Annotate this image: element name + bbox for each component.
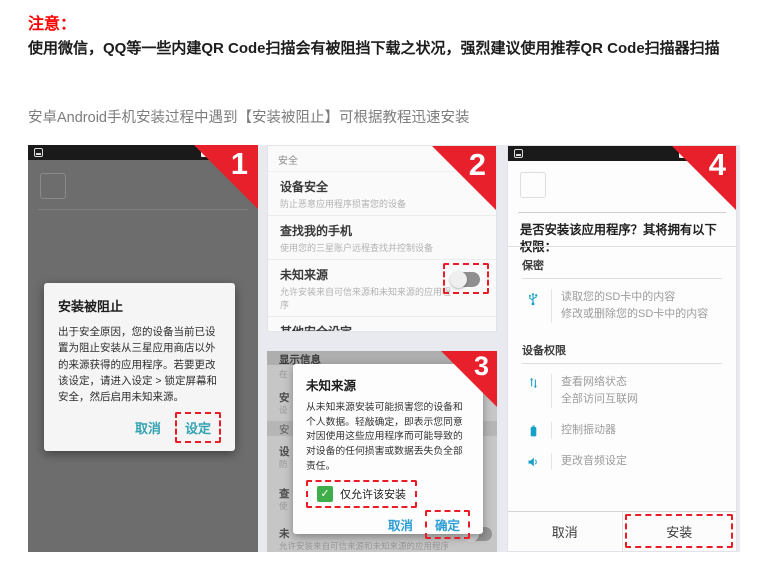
install-button-bar: 取消 安装 [508,511,736,551]
cancel-button[interactable]: 取消 [127,414,169,441]
permission-row: 查看网络状态 全部访问互联网 [522,364,728,408]
step-1-badge [194,145,258,209]
step-4-badge [672,146,736,210]
checkbox-checked-icon[interactable]: ✓ [317,486,333,502]
sd-card-icon [34,148,43,157]
divider [551,422,552,439]
step-1-number: 1 [231,147,248,181]
divider [551,289,552,323]
setting-desc: 使用您的三星账户远程查找并控制设备 [280,241,484,254]
divider [551,374,552,408]
checkbox-label: 仅允许该安装 [340,486,406,502]
divider [551,453,552,470]
setting-title: 其他安全设定 [280,323,484,332]
network-arrows-icon [522,374,544,391]
step-1-screenshot: 1 4G 7 安装被阻止 出于安全原因，您的设备当前已设置为阻止安装从三星应用商… [28,145,258,552]
setting-item-other-security[interactable]: 其他安全设定 更改安全更新和证书存储等其他安全设定 [268,317,496,332]
middle-column: 安全 设备安全 防止恶意应用程序损害您的设备 查找我的手机 使用您的三星账户远程… [267,145,497,552]
step-2-badge [432,146,496,210]
toggle-highlight-box [443,263,489,294]
divider [508,246,736,247]
step-3-number: 3 [474,352,489,382]
permission-text: 控制振动器 [561,422,616,439]
dimmed-text: 查 [279,486,290,501]
app-icon-placeholder [40,173,66,199]
app-icon-placeholder [520,172,546,198]
install-blocked-dialog: 安装被阻止 出于安全原因，您的设备当前已设置为阻止安装从三星应用商店以外的来源获… [44,283,235,451]
tutorial-page: 注意： 使用微信，QQ等一些内建QR Code扫描会有被阻挡下载之状况，强烈建议… [0,0,767,570]
tutorial-subtitle: 安卓Android手机安装过程中遇到【安装被阻止】可根据教程迅速安装 [28,106,744,127]
notice-text: 使用微信，QQ等一些内建QR Code扫描会有被阻挡下载之状况，强烈建议使用推荐… [28,36,744,62]
dimmed-text: 设 [279,404,288,416]
dimmed-text: 在 [279,368,288,380]
notice-label: 注意： [28,10,76,34]
permission-text: 修改或删除您的SD卡中的内容 [561,306,708,323]
dialog-body: 出于安全原因，您的设备当前已设置为阻止安装从三星应用商店以外的来源获得的应用程序… [58,324,221,405]
divider [518,212,726,213]
dialog-title: 安装被阻止 [58,296,221,315]
setting-desc: 允许安装来自可信来源和未知来源的应用程序 [280,285,458,311]
permission-section-device: 设备权限 [522,333,722,364]
permission-text: 更改音频设定 [561,453,627,470]
dimmed-text: 安 [279,390,290,405]
step-3-screenshot: 显示信息 在 安 设 安 设 防 查 使 未 允许安装来自可信来源和未知来源的应… [267,351,497,552]
permission-section-privacy: 保密 [522,248,722,279]
dimmed-text: 设 [279,444,290,459]
permission-row: 控制振动器 [522,408,728,439]
setting-item-unknown-sources[interactable]: 未知来源 允许安装来自可信来源和未知来源的应用程序 [268,260,496,317]
cancel-button[interactable]: 取消 [380,512,421,537]
cancel-button[interactable]: 取消 [508,512,622,551]
dimmed-text: 防 [279,458,288,470]
install-highlight-box [625,514,734,548]
setting-title: 查找我的手机 [280,222,484,239]
permission-text: 查看网络状态 [561,374,638,391]
dimmed-text: 使 [279,500,288,512]
speaker-icon [522,453,544,470]
setting-item-find-my-phone[interactable]: 查找我的手机 使用您的三星账户远程查找并控制设备 [268,216,496,260]
step-4-number: 4 [709,148,726,182]
permission-text: 读取您的SD卡中的内容 [561,289,708,306]
step-2-number: 2 [469,148,486,182]
sd-card-icon [514,149,523,158]
usb-icon [522,289,544,307]
dimmed-text: 未 [279,526,290,541]
install-button[interactable]: 安装 [622,512,737,551]
dialog-body: 从未知来源安装可能损害您的设备和个人数据。轻敲确定，即表示您同意对因使用这些应用… [306,401,470,474]
step-4-screenshot: 1 4G 7 是否安装该应用程序？其将拥有以下权限： 保密 [507,145,737,552]
screenshots-board: 1 4G 7 安装被阻止 出于安全原因，您的设备当前已设置为阻止安装从三星应用商… [28,145,740,552]
settings-button[interactable]: 设定 [175,412,221,443]
cancel-label: 取消 [552,522,578,541]
step-2-screenshot: 安全 设备安全 防止恶意应用程序损害您的设备 查找我的手机 使用您的三星账户远程… [267,145,497,332]
vibration-icon [522,422,544,439]
permission-row: 更改音频设定 [522,439,728,470]
ok-button[interactable]: 确定 [425,510,470,539]
permission-text: 全部访问互联网 [561,391,638,408]
allow-once-row: ✓ 仅允许该安装 [306,480,417,508]
divider [38,209,248,210]
permission-row: 读取您的SD卡中的内容 修改或删除您的SD卡中的内容 [522,279,728,323]
dimmed-text: 允许安装来自可信来源和未知来源的应用程序 [279,540,449,552]
dimmed-text: 安 [279,422,290,437]
